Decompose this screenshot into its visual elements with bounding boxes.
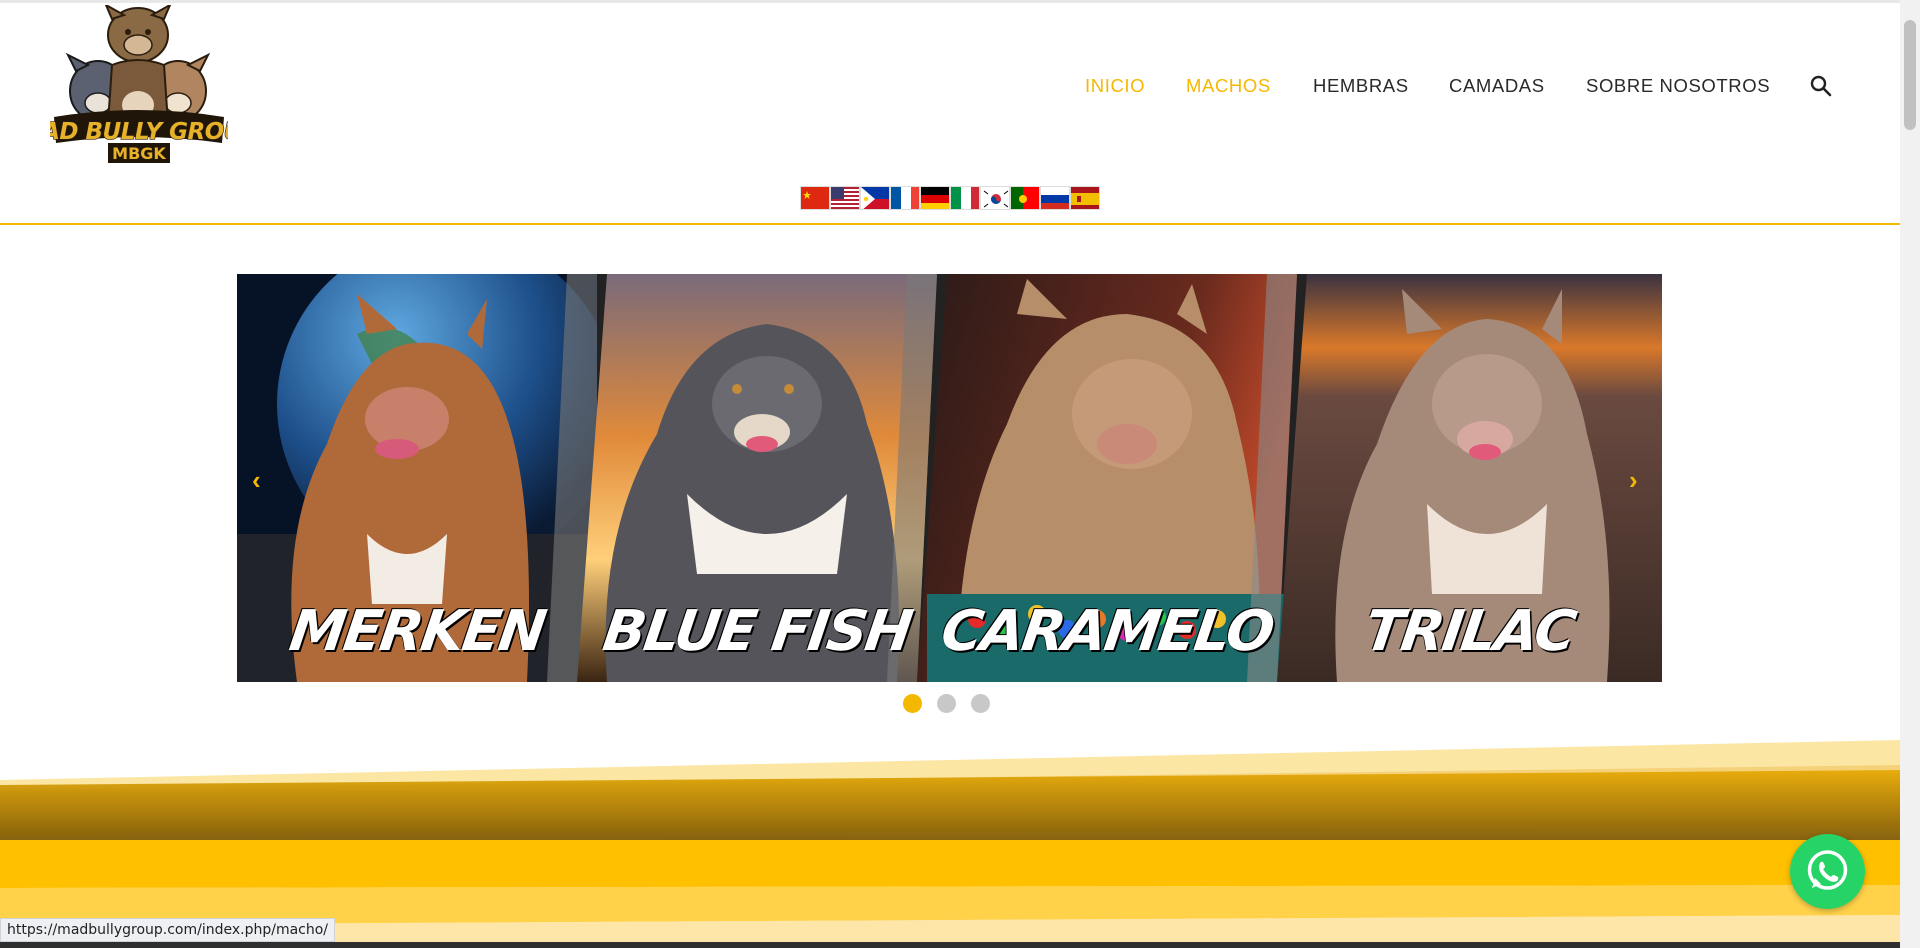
nav-sobre-nosotros[interactable]: SOBRE NOSOTROS bbox=[1586, 75, 1770, 97]
logo-abbr-text: MBGK bbox=[112, 144, 166, 163]
flag-spain-icon[interactable] bbox=[1070, 186, 1100, 210]
slider-dot-1[interactable] bbox=[903, 694, 922, 713]
slide-name-merken: MERKEN bbox=[285, 599, 549, 664]
decorative-wave bbox=[0, 740, 1900, 948]
main-nav: INICIO MACHOS HEMBRAS CAMADAS SOBRE NOSO… bbox=[0, 75, 1900, 105]
site-header: MAD BULLY GROUP MBGK INICIO MACHOS HEMBR… bbox=[0, 2, 1900, 225]
flag-france-icon[interactable] bbox=[890, 186, 920, 210]
slide-name-trilac: TRILAC bbox=[1360, 599, 1579, 664]
bottom-edge bbox=[0, 942, 1900, 948]
page-scrollbar[interactable] bbox=[1900, 0, 1920, 948]
slider-dot-2[interactable] bbox=[937, 694, 956, 713]
nav-inicio[interactable]: INICIO bbox=[1085, 75, 1145, 97]
dog-slider[interactable]: MERKEN BLUE FISH CARAMELO TRILAC ‹ › bbox=[237, 274, 1662, 682]
whatsapp-icon bbox=[1807, 850, 1848, 890]
slide-panel-trilac[interactable]: TRILAC bbox=[1277, 274, 1662, 682]
slide-name-blue-fish: BLUE FISH bbox=[599, 599, 915, 664]
language-flags bbox=[800, 186, 1100, 210]
nav-hembras[interactable]: HEMBRAS bbox=[1313, 75, 1409, 97]
search-icon[interactable] bbox=[1809, 74, 1833, 98]
scrollbar-thumb[interactable] bbox=[1904, 20, 1916, 130]
flag-philippines-icon[interactable] bbox=[860, 186, 890, 210]
flag-korea-icon[interactable] bbox=[980, 186, 1010, 210]
flag-russia-icon[interactable] bbox=[1040, 186, 1070, 210]
slider-dot-3[interactable] bbox=[971, 694, 990, 713]
flag-italy-icon[interactable] bbox=[950, 186, 980, 210]
flag-portugal-icon[interactable] bbox=[1010, 186, 1040, 210]
flag-china-icon[interactable] bbox=[800, 186, 830, 210]
slide-name-caramelo: CARAMELO bbox=[937, 599, 1277, 664]
logo-brand-text: MAD BULLY GROUP bbox=[50, 119, 228, 145]
whatsapp-button[interactable] bbox=[1790, 834, 1865, 909]
flag-germany-icon[interactable] bbox=[920, 186, 950, 210]
slide-panel-caramelo[interactable]: CARAMELO bbox=[917, 274, 1297, 682]
flag-usa-icon[interactable] bbox=[830, 186, 860, 210]
chevron-left-icon[interactable]: ‹ bbox=[252, 467, 272, 493]
status-bar-url: https://madbullygroup.com/index.php/mach… bbox=[0, 918, 336, 942]
chevron-right-icon[interactable]: › bbox=[1629, 467, 1649, 493]
nav-machos[interactable]: MACHOS bbox=[1186, 75, 1271, 97]
slider-dots bbox=[903, 694, 990, 713]
slide-panel-blue-fish[interactable]: BLUE FISH bbox=[577, 274, 937, 682]
nav-camadas[interactable]: CAMADAS bbox=[1449, 75, 1545, 97]
slide-panel-merken[interactable]: MERKEN bbox=[237, 274, 597, 682]
